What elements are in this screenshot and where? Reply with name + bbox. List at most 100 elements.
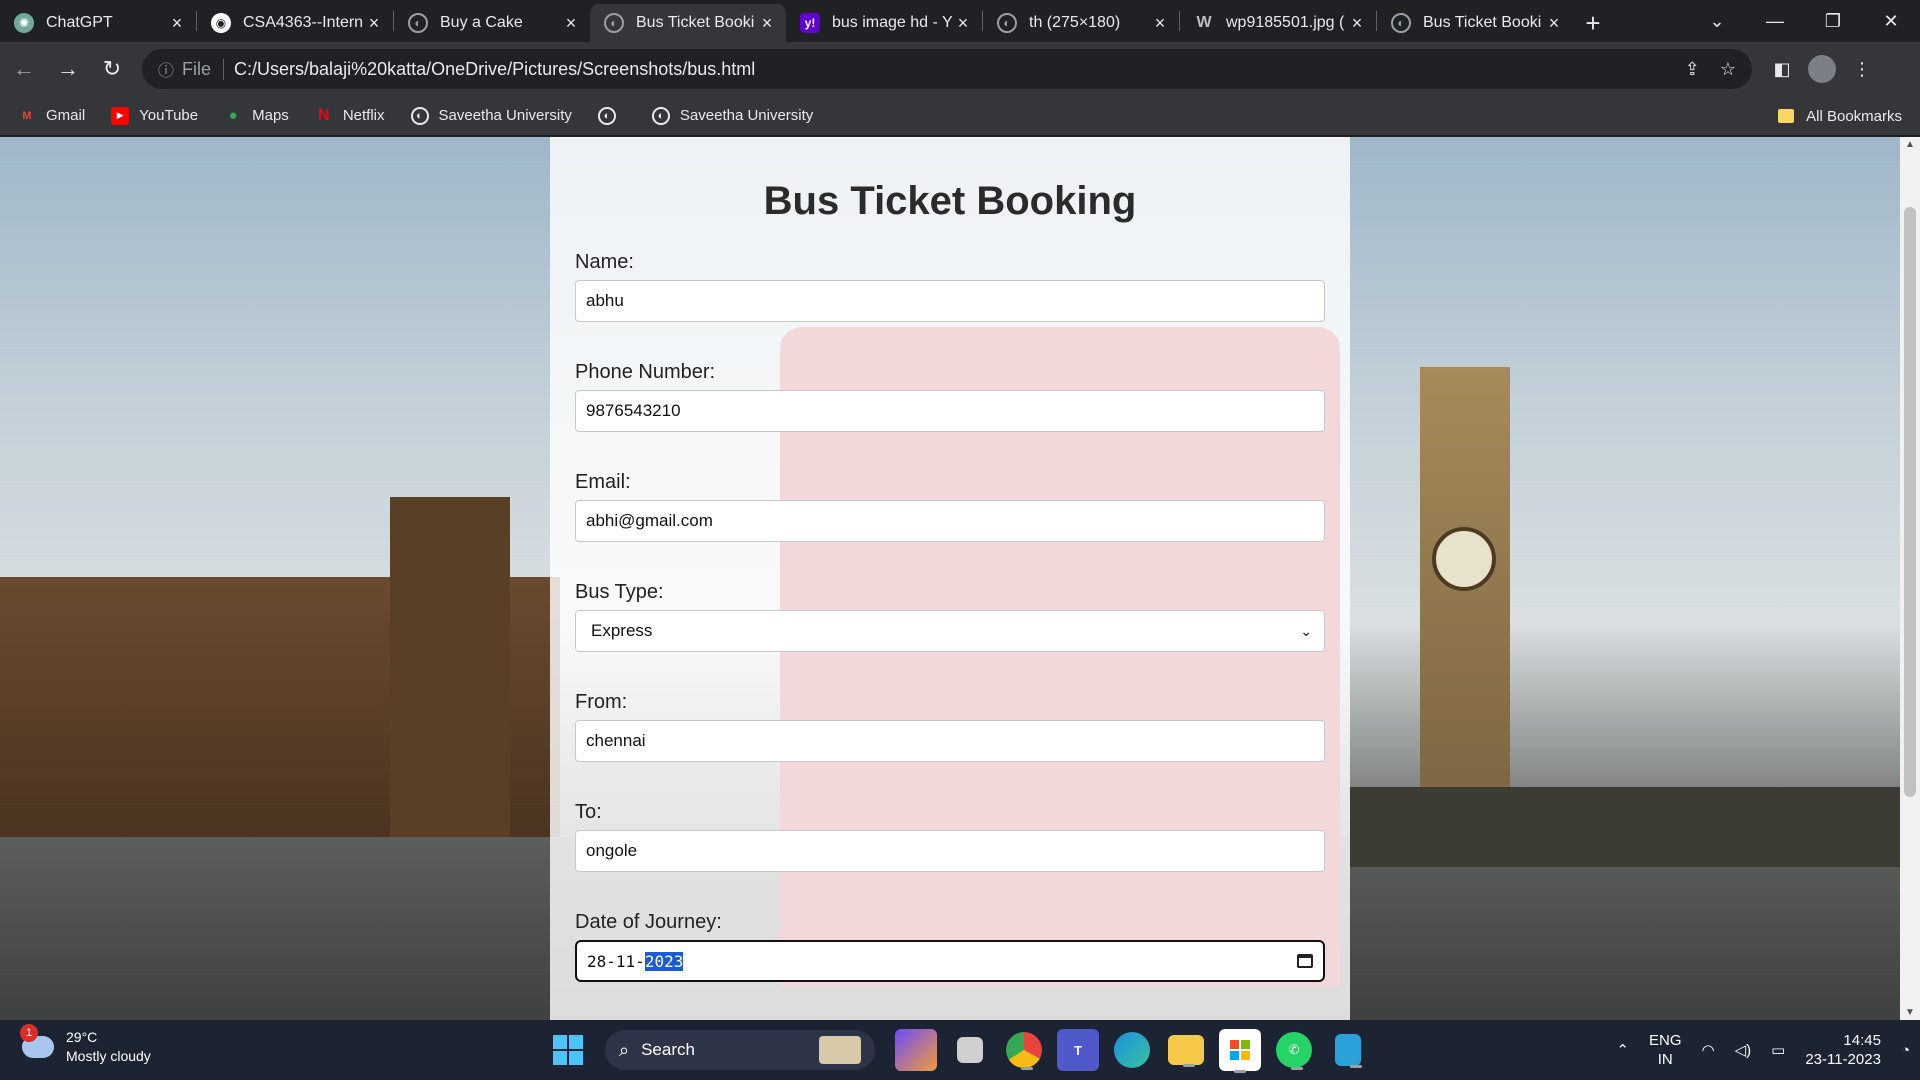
new-tab-button[interactable]: + (1573, 4, 1613, 42)
share-icon[interactable]: ⇪ (1685, 59, 1700, 80)
date-input[interactable]: 28-11-2023 (575, 940, 1325, 982)
tab-title: Buy a Cake (440, 14, 523, 31)
restore-icon[interactable]: ❐ (1804, 11, 1862, 32)
info-icon[interactable]: ⓘ (158, 57, 174, 81)
language-indicator[interactable]: ENG IN (1649, 1031, 1682, 1069)
tab-github[interactable]: ◉ CSA4363--Intern × (197, 4, 393, 42)
task-view-icon[interactable] (957, 1037, 983, 1063)
tab-buy-a-cake[interactable]: ◐ Buy a Cake × (394, 4, 590, 42)
tab-title: ChatGPT (46, 14, 113, 31)
close-icon[interactable]: × (1348, 13, 1366, 34)
taskbar-search-label: Search (641, 1040, 695, 1059)
bookmarks-bar: M Gmail ▶ YouTube ● Maps N Netflix ◐ Sav… (0, 96, 1920, 136)
bookmark-maps[interactable]: ● Maps (224, 107, 289, 125)
edge-icon[interactable] (1114, 1032, 1150, 1068)
volume-icon[interactable]: ◁) (1735, 1041, 1752, 1060)
close-icon[interactable]: × (1545, 13, 1563, 34)
email-input[interactable]: abhi@gmail.com (575, 500, 1325, 542)
close-icon[interactable]: × (954, 13, 972, 34)
tab-bus-ticket-booking-active[interactable]: ◐ Bus Ticket Booki × (590, 4, 786, 42)
back-arrow-icon[interactable]: ← (4, 49, 44, 89)
chrome-icon[interactable] (1006, 1032, 1042, 1070)
toolbar-right: ◧ ⋮ (1762, 55, 1882, 83)
victoria-tower-illustration (390, 497, 510, 837)
bookmark-label: Saveetha University (679, 107, 814, 124)
bookmark-netflix[interactable]: N Netflix (315, 107, 385, 125)
forward-arrow-icon[interactable]: → (48, 49, 88, 89)
notification-bell-icon[interactable]: ◔ (1901, 1041, 1910, 1060)
minimize-icon[interactable]: — (1746, 11, 1804, 32)
date-value: 28-11-2023 (587, 951, 684, 971)
tab-title: Bus Ticket Booki (636, 14, 755, 31)
page-title: Bus Ticket Booking (763, 179, 1137, 223)
date-day[interactable]: 28 (587, 952, 606, 971)
tab-search-chevron-icon[interactable]: ⌄ (1688, 11, 1746, 32)
to-input[interactable]: ongole (575, 830, 1325, 872)
menu-kebab-icon[interactable]: ⋮ (1842, 59, 1882, 80)
clock-time: 14:45 (1843, 1032, 1881, 1049)
phone-input[interactable]: 9876543210 (575, 390, 1325, 432)
date-month[interactable]: 11 (616, 952, 635, 971)
close-window-icon[interactable]: ✕ (1862, 11, 1920, 32)
calendar-icon[interactable] (1297, 954, 1313, 968)
bookmark-saveetha-university[interactable]: ◐ Saveetha University (410, 106, 572, 125)
close-icon[interactable]: × (1151, 13, 1169, 34)
tab-bus-image-search[interactable]: y! bus image hd - Y × (786, 4, 982, 42)
tab-bus-ticket-booking[interactable]: ◐ Bus Ticket Booki × (1377, 4, 1573, 42)
scheme-label: File (182, 58, 225, 80)
scroll-down-arrow-icon[interactable]: ▼ (1900, 1007, 1920, 1018)
close-icon[interactable]: × (562, 13, 580, 34)
date-year-selected[interactable]: 2023 (644, 951, 684, 971)
search-icon: ⌕ (619, 1039, 630, 1060)
reload-icon[interactable]: ↻ (92, 49, 132, 89)
side-panel-icon[interactable]: ◧ (1762, 59, 1802, 80)
all-bookmarks[interactable]: All Bookmarks (1778, 96, 1902, 136)
bus-type-field-group: Bus Type: Express ⌄ (575, 580, 1325, 652)
close-icon[interactable]: × (168, 13, 186, 34)
page-scrollbar[interactable]: ▲ ▼ (1900, 137, 1920, 1020)
tab-chatgpt[interactable]: ✺ ChatGPT × (0, 4, 196, 42)
tab-thumbnail[interactable]: ◐ th (275×180) × (983, 4, 1179, 42)
globe-icon: ◐ (604, 13, 624, 33)
from-field-group: From: chennai (575, 690, 1325, 762)
bookmark-label: Gmail (46, 107, 86, 124)
taskbar-search[interactable]: ⌕ Search (605, 1030, 875, 1070)
bookmark-star-icon[interactable]: ☆ (1720, 59, 1736, 80)
clock-date: 23-11-2023 (1805, 1051, 1881, 1068)
teams-icon[interactable]: T (1057, 1029, 1099, 1071)
show-hidden-icons-chevron-icon[interactable]: ⌃ (1616, 1041, 1629, 1060)
profile-avatar[interactable] (1808, 55, 1836, 83)
close-icon[interactable]: × (758, 13, 776, 34)
name-input[interactable]: abhu (575, 280, 1325, 322)
all-bookmarks-label: All Bookmarks (1806, 107, 1902, 125)
wifi-icon[interactable]: ◠ (1702, 1041, 1715, 1060)
bookmark-saveetha-university-2[interactable]: ◐ Saveetha University (651, 106, 814, 125)
clock[interactable]: 14:45 23-11-2023 (1805, 1031, 1881, 1069)
copilot-app-icon[interactable] (895, 1029, 937, 1071)
name-field-group: Name: abhu (575, 250, 1325, 322)
notepad-icon[interactable] (1335, 1034, 1362, 1068)
url-text[interactable]: C:/Users/balaji%20katta/OneDrive/Picture… (234, 59, 1665, 80)
scroll-up-arrow-icon[interactable]: ▲ (1900, 139, 1920, 150)
scrollbar-thumb[interactable] (1904, 207, 1916, 797)
from-input[interactable]: chennai (575, 720, 1325, 762)
to-label: To: (575, 801, 602, 823)
tab-wallpaper[interactable]: W wp9185501.jpg ( × (1180, 4, 1376, 42)
weather-text: 29°C Mostly cloudy (66, 1028, 151, 1066)
file-explorer-icon[interactable] (1168, 1035, 1204, 1067)
bus-type-select[interactable]: Express ⌄ (575, 610, 1325, 652)
battery-icon[interactable]: ▭ (1771, 1041, 1785, 1060)
tab-strip: ✺ ChatGPT × ◉ CSA4363--Intern × ◐ Buy a … (0, 0, 1920, 42)
weather-widget[interactable]: 1 29°C Mostly cloudy (20, 1024, 151, 1066)
bookmark-gmail[interactable]: M Gmail (18, 107, 85, 125)
booking-form-panel: Bus Ticket Booking Name: abhu Phone Numb… (550, 137, 1350, 1020)
windows-start-icon[interactable] (553, 1035, 583, 1065)
whatsapp-icon[interactable]: ✆ (1276, 1032, 1312, 1070)
close-icon[interactable]: × (365, 13, 383, 34)
gmail-icon: M (22, 109, 32, 122)
bookmark-youtube[interactable]: ▶ YouTube (111, 106, 198, 125)
microsoft-store-icon[interactable] (1219, 1029, 1261, 1073)
bookmark-untitled[interactable]: ◐ (597, 106, 626, 125)
address-bar[interactable]: ⓘ File C:/Users/balaji%20katta/OneDrive/… (142, 49, 1752, 89)
bookmark-label: Netflix (342, 107, 385, 124)
